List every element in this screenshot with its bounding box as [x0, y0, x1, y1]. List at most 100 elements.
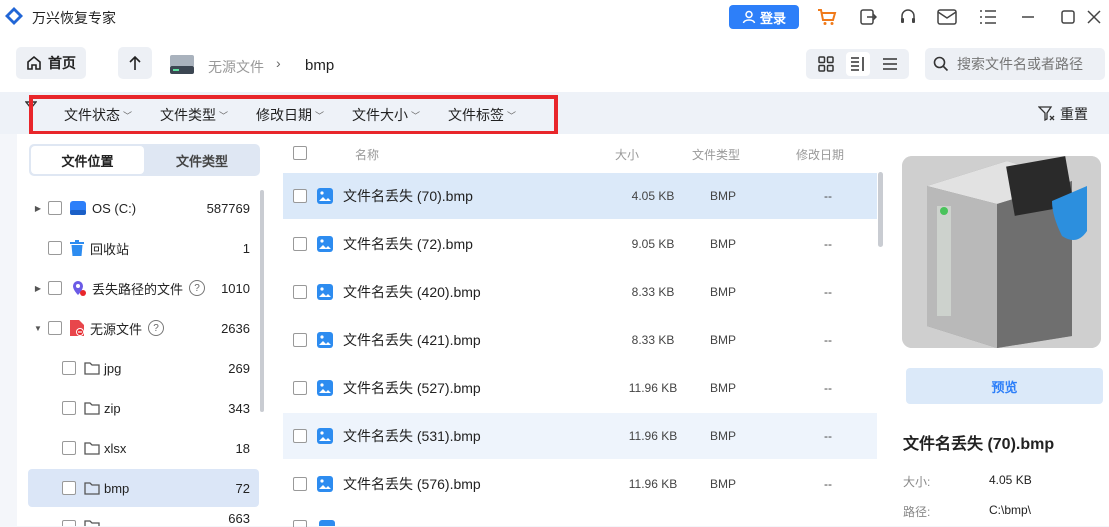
sidebar-item-partial[interactable]: 663 — [28, 511, 259, 526]
checkbox[interactable] — [62, 481, 76, 495]
checkbox[interactable] — [293, 477, 307, 491]
home-label: 首页 — [48, 55, 76, 71]
breadcrumb-current[interactable]: bmp — [305, 57, 334, 74]
select-all-checkbox[interactable] — [293, 146, 307, 160]
login-label: 登录 — [759, 10, 786, 26]
file-date: -- — [824, 477, 832, 491]
file-type: BMP — [709, 189, 736, 203]
folder-icon — [84, 362, 100, 375]
table-row[interactable]: 文件名丢失 (531).bmp 11.96 KB BMP -- — [283, 413, 877, 459]
checkbox[interactable] — [293, 189, 307, 203]
file-name: 文件名丢失 (527).bmp — [343, 380, 481, 396]
checkbox[interactable] — [293, 285, 307, 299]
table-row[interactable]: 文件名丢失 (576).bmp 11.96 KB BMP -- — [283, 461, 877, 507]
image-file-icon — [317, 380, 333, 396]
checkbox[interactable] — [293, 333, 307, 347]
list-view-icon[interactable] — [878, 52, 902, 76]
image-file-icon — [317, 476, 333, 492]
file-type: BMP — [709, 429, 736, 443]
checkbox[interactable] — [48, 321, 62, 335]
search-box[interactable] — [925, 48, 1105, 80]
file-type: BMP — [709, 381, 736, 395]
table-row[interactable]: 文件名丢失 (421).bmp 8.33 KB BMP -- — [283, 317, 877, 363]
close-icon[interactable] — [1083, 6, 1105, 28]
column-header-date[interactable]: 修改日期 — [796, 146, 844, 163]
sidebar-scrollbar[interactable] — [260, 190, 264, 412]
preview-thumbnail — [902, 156, 1101, 348]
item-count: 1010 — [221, 280, 250, 296]
breadcrumb-separator: › — [276, 55, 281, 71]
file-size: 11.96 KB — [628, 477, 678, 491]
table-row[interactable]: 文件名丢失 (70).bmp 4.05 KB BMP -- — [283, 173, 877, 219]
expand-arrow-icon[interactable]: ▶ — [28, 204, 48, 213]
sidebar-item-bmp[interactable]: bmp 72 — [28, 469, 259, 507]
item-count: 2636 — [221, 320, 250, 336]
sidebar-item-label: 无源文件 — [90, 321, 143, 337]
sidebar-item-label: 回收站 — [90, 241, 130, 257]
checkbox[interactable] — [293, 237, 307, 251]
preview-button[interactable]: 预览 — [906, 368, 1103, 404]
sidebar-item-xlsx[interactable]: xlsx 18 — [28, 431, 259, 465]
sidebar-item-jpg[interactable]: jpg 269 — [28, 351, 259, 385]
image-file-icon — [317, 428, 333, 444]
search-input[interactable] — [955, 55, 1099, 73]
checkbox[interactable] — [62, 441, 76, 455]
checkbox[interactable] — [293, 381, 307, 395]
column-header-name[interactable]: 名称 — [355, 146, 379, 163]
sidebar-item-lost-path-files[interactable]: ▶ 丢失路径的文件 ? 1010 — [28, 271, 259, 305]
mail-icon[interactable] — [936, 6, 958, 28]
maximize-icon[interactable] — [1057, 6, 1079, 28]
tab-file-type[interactable]: 文件类型 — [146, 146, 258, 174]
collapse-arrow-icon[interactable]: ▼ — [28, 324, 48, 333]
file-name: 文件名丢失 (531).bmp — [343, 428, 481, 444]
checkbox[interactable] — [48, 281, 62, 295]
file-list-scrollbar[interactable] — [878, 172, 883, 247]
detail-view-icon[interactable] — [846, 52, 870, 76]
table-row[interactable]: 文件名丢失 (72).bmp 9.05 KB BMP -- — [283, 221, 877, 267]
sidebar-item-sourceless-files[interactable]: ▼ 无源文件 ? 2636 — [28, 311, 259, 345]
headset-icon[interactable] — [897, 6, 919, 28]
sidebar-item-os-c[interactable]: ▶ OS (C:) 587769 — [28, 191, 259, 225]
home-button[interactable]: 首页 — [16, 47, 86, 79]
sidebar-item-label: jpg — [104, 360, 122, 376]
file-date: -- — [824, 381, 832, 395]
table-row[interactable]: 文件名丢失 (420).bmp 8.33 KB BMP -- — [283, 269, 877, 315]
tab-file-location[interactable]: 文件位置 — [31, 146, 144, 174]
checkbox[interactable] — [62, 361, 76, 375]
breadcrumb-item[interactable]: 无源文件 — [208, 57, 264, 77]
checkbox[interactable] — [293, 429, 307, 443]
minimize-icon[interactable] — [1017, 6, 1039, 28]
help-icon[interactable]: ? — [189, 280, 206, 296]
cart-icon[interactable] — [816, 6, 838, 28]
file-name: 文件名丢失 (420).bmp — [343, 284, 481, 300]
sidebar-item-zip[interactable]: zip 343 — [28, 391, 259, 425]
sidebar-item-label: OS (C:) — [92, 200, 137, 216]
checkbox[interactable] — [48, 241, 62, 255]
up-directory-button[interactable] — [118, 47, 152, 79]
column-header-type[interactable]: 文件类型 — [692, 146, 740, 163]
item-count: 269 — [228, 360, 250, 376]
folder-icon — [84, 442, 100, 455]
column-header-size[interactable]: 大小 — [615, 146, 639, 163]
expand-arrow-icon[interactable]: ▶ — [28, 284, 48, 293]
login-button[interactable]: 登录 — [729, 5, 799, 29]
checkbox[interactable] — [48, 201, 62, 215]
menu-icon[interactable] — [977, 6, 999, 28]
image-file-icon — [317, 284, 333, 300]
file-date: -- — [824, 237, 832, 251]
sidebar-item-recycle-bin[interactable]: 回收站 1 — [28, 231, 259, 265]
help-icon[interactable]: ? — [148, 320, 165, 336]
checkbox[interactable] — [62, 520, 76, 526]
folder-icon — [84, 402, 100, 415]
sidebar-item-label: bmp — [104, 480, 130, 496]
file-date: -- — [824, 333, 832, 347]
reset-button[interactable]: 重置 — [1038, 104, 1088, 124]
item-count: 587769 — [206, 200, 250, 216]
app-logo-icon — [5, 7, 23, 25]
grid-view-icon[interactable] — [814, 52, 838, 76]
file-type: BMP — [709, 333, 736, 347]
checkbox[interactable] — [62, 401, 76, 415]
export-icon[interactable] — [857, 6, 879, 28]
file-size: 11.96 KB — [628, 381, 678, 395]
table-row[interactable]: 文件名丢失 (527).bmp 11.96 KB BMP -- — [283, 365, 877, 411]
